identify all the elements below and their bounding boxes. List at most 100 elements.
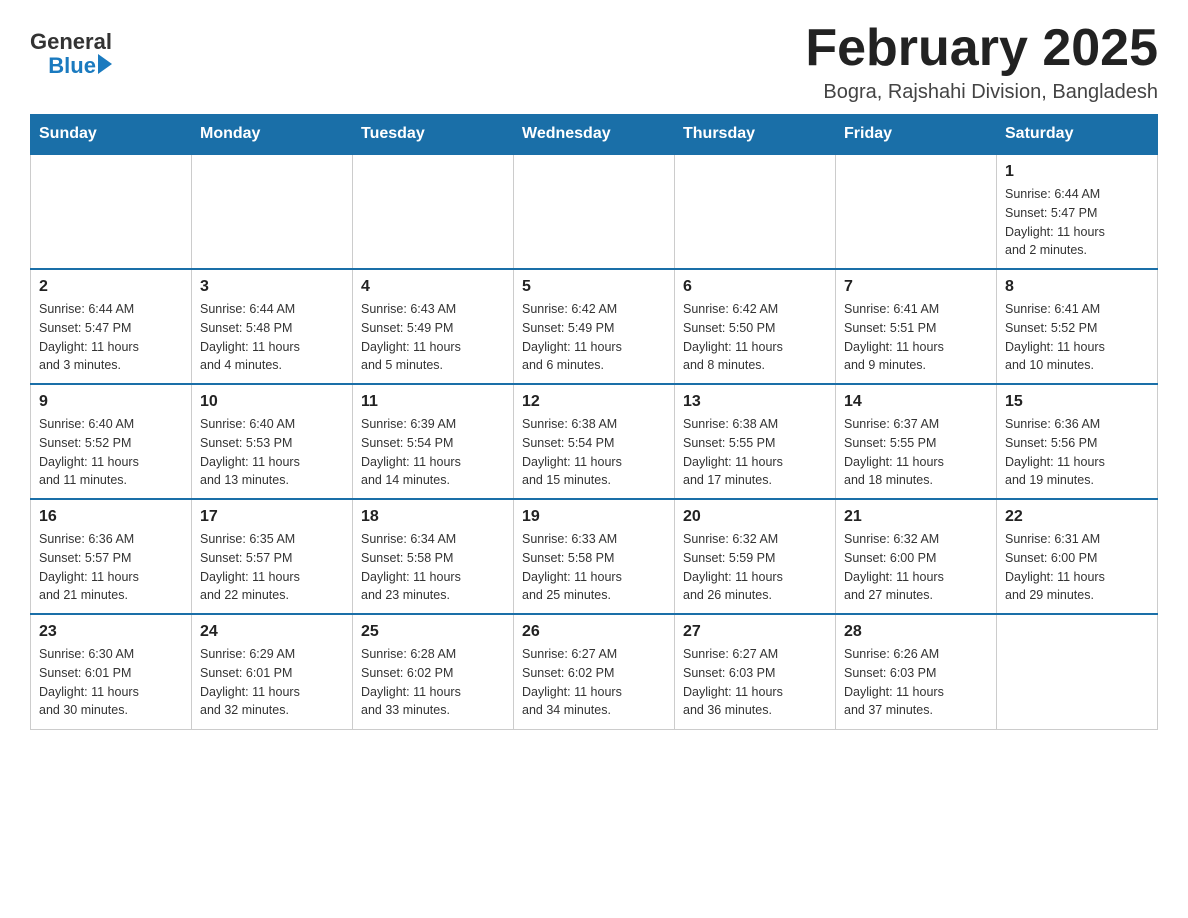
day-info: Sunrise: 6:27 AM Sunset: 6:03 PM Dayligh… (683, 647, 783, 717)
day-number: 18 (361, 508, 505, 526)
calendar-day-19: 19 Sunrise: 6:33 AM Sunset: 5:58 PM Dayli… (514, 499, 675, 614)
day-number: 22 (1005, 508, 1149, 526)
calendar-day-9: 9Sunrise: 6:40 AM Sunset: 5:52 PM Daylig… (31, 384, 192, 499)
calendar-day-17: 17Sunrise: 6:35 AM Sunset: 5:57 PM Dayli… (192, 499, 353, 614)
logo-blue: Blue (48, 54, 96, 78)
day-number: 16 (39, 508, 183, 526)
col-header-friday: Friday (836, 115, 997, 155)
title-area: February 2025 Bogra, Rajshahi Division, … (805, 20, 1158, 104)
day-number: 11 (361, 393, 505, 411)
day-number: 15 (1005, 393, 1149, 411)
day-number: 4 (361, 278, 505, 296)
calendar-day-26: 26 Sunrise: 6:27 AM Sunset: 6:02 PM Dayli… (514, 614, 675, 729)
calendar-table: SundayMondayTuesdayWednesdayThursdayFrid… (30, 114, 1158, 730)
day-number: 27 (683, 623, 827, 641)
day-info: Sunrise: 6:26 AM Sunset: 6:03 PM Dayligh… (844, 647, 944, 717)
calendar-day-18: 18 Sunrise: 6:34 AM Sunset: 5:58 PM Dayli… (353, 499, 514, 614)
day-number: 23 (39, 623, 183, 641)
calendar-day-6: 6 Sunrise: 6:42 AM Sunset: 5:50 PM Daylig… (675, 269, 836, 384)
calendar-day-25: 25 Sunrise: 6:28 AM Sunset: 6:02 PM Dayli… (353, 614, 514, 729)
empty-cell (514, 154, 675, 269)
calendar-day-24: 24 Sunrise: 6:29 AM Sunset: 6:01 PM Dayli… (192, 614, 353, 729)
empty-cell (675, 154, 836, 269)
calendar-day-3: 3Sunrise: 6:44 AM Sunset: 5:48 PM Daylig… (192, 269, 353, 384)
calendar-day-27: 27 Sunrise: 6:27 AM Sunset: 6:03 PM Dayli… (675, 614, 836, 729)
col-header-monday: Monday (192, 115, 353, 155)
day-number: 25 (361, 623, 505, 641)
day-info: Sunrise: 6:36 AM Sunset: 5:57 PM Dayligh… (39, 532, 139, 602)
calendar-day-12: 12 Sunrise: 6:38 AM Sunset: 5:54 PM Dayli… (514, 384, 675, 499)
col-header-saturday: Saturday (997, 115, 1158, 155)
day-info: Sunrise: 6:39 AM Sunset: 5:54 PM Dayligh… (361, 417, 461, 487)
day-number: 2 (39, 278, 183, 296)
calendar-week-5: 23Sunrise: 6:30 AM Sunset: 6:01 PM Dayli… (31, 614, 1158, 729)
empty-cell (353, 154, 514, 269)
logo-general: General (30, 30, 112, 54)
calendar-day-1: 1Sunrise: 6:44 AM Sunset: 5:47 PM Daylig… (997, 154, 1158, 269)
empty-cell (997, 614, 1158, 729)
calendar-week-2: 2 Sunrise: 6:44 AM Sunset: 5:47 PM Daylig… (31, 269, 1158, 384)
day-number: 19 (522, 508, 666, 526)
day-info: Sunrise: 6:34 AM Sunset: 5:58 PM Dayligh… (361, 532, 461, 602)
day-number: 6 (683, 278, 827, 296)
empty-cell (836, 154, 997, 269)
day-info: Sunrise: 6:43 AM Sunset: 5:49 PM Dayligh… (361, 302, 461, 372)
calendar-header-row: SundayMondayTuesdayWednesdayThursdayFrid… (31, 115, 1158, 155)
day-info: Sunrise: 6:40 AM Sunset: 5:53 PM Dayligh… (200, 417, 300, 487)
calendar-day-2: 2 Sunrise: 6:44 AM Sunset: 5:47 PM Daylig… (31, 269, 192, 384)
empty-cell (31, 154, 192, 269)
day-info: Sunrise: 6:40 AM Sunset: 5:52 PM Dayligh… (39, 417, 139, 487)
day-number: 8 (1005, 278, 1149, 296)
day-number: 7 (844, 278, 988, 296)
day-number: 5 (522, 278, 666, 296)
day-number: 14 (844, 393, 988, 411)
calendar-day-5: 5 Sunrise: 6:42 AM Sunset: 5:49 PM Daylig… (514, 269, 675, 384)
col-header-tuesday: Tuesday (353, 115, 514, 155)
day-info: Sunrise: 6:44 AM Sunset: 5:47 PM Dayligh… (39, 302, 139, 372)
day-info: Sunrise: 6:27 AM Sunset: 6:02 PM Dayligh… (522, 647, 622, 717)
day-number: 10 (200, 393, 344, 411)
day-number: 13 (683, 393, 827, 411)
calendar-week-1: 1Sunrise: 6:44 AM Sunset: 5:47 PM Daylig… (31, 154, 1158, 269)
day-info: Sunrise: 6:37 AM Sunset: 5:55 PM Dayligh… (844, 417, 944, 487)
calendar-day-10: 10 Sunrise: 6:40 AM Sunset: 5:53 PM Dayli… (192, 384, 353, 499)
calendar-day-14: 14 Sunrise: 6:37 AM Sunset: 5:55 PM Dayli… (836, 384, 997, 499)
day-number: 12 (522, 393, 666, 411)
day-info: Sunrise: 6:31 AM Sunset: 6:00 PM Dayligh… (1005, 532, 1105, 602)
calendar-day-4: 4 Sunrise: 6:43 AM Sunset: 5:49 PM Daylig… (353, 269, 514, 384)
day-info: Sunrise: 6:36 AM Sunset: 5:56 PM Dayligh… (1005, 417, 1105, 487)
calendar-day-7: 7 Sunrise: 6:41 AM Sunset: 5:51 PM Daylig… (836, 269, 997, 384)
day-number: 17 (200, 508, 344, 526)
day-info: Sunrise: 6:29 AM Sunset: 6:01 PM Dayligh… (200, 647, 300, 717)
calendar-day-15: 15 Sunrise: 6:36 AM Sunset: 5:56 PM Dayli… (997, 384, 1158, 499)
calendar-day-22: 22 Sunrise: 6:31 AM Sunset: 6:00 PM Dayli… (997, 499, 1158, 614)
main-title: February 2025 (805, 20, 1158, 77)
col-header-thursday: Thursday (675, 115, 836, 155)
calendar-day-20: 20Sunrise: 6:32 AM Sunset: 5:59 PM Dayli… (675, 499, 836, 614)
day-info: Sunrise: 6:28 AM Sunset: 6:02 PM Dayligh… (361, 647, 461, 717)
day-info: Sunrise: 6:41 AM Sunset: 5:52 PM Dayligh… (1005, 302, 1105, 372)
calendar-day-13: 13 Sunrise: 6:38 AM Sunset: 5:55 PM Dayli… (675, 384, 836, 499)
day-number: 3 (200, 278, 344, 296)
day-info: Sunrise: 6:38 AM Sunset: 5:54 PM Dayligh… (522, 417, 622, 487)
day-info: Sunrise: 6:44 AM Sunset: 5:47 PM Dayligh… (1005, 187, 1105, 257)
calendar-day-28: 28 Sunrise: 6:26 AM Sunset: 6:03 PM Dayli… (836, 614, 997, 729)
col-header-wednesday: Wednesday (514, 115, 675, 155)
col-header-sunday: Sunday (31, 115, 192, 155)
calendar-week-4: 16 Sunrise: 6:36 AM Sunset: 5:57 PM Dayli… (31, 499, 1158, 614)
day-info: Sunrise: 6:33 AM Sunset: 5:58 PM Dayligh… (522, 532, 622, 602)
day-info: Sunrise: 6:42 AM Sunset: 5:49 PM Dayligh… (522, 302, 622, 372)
day-number: 24 (200, 623, 344, 641)
header: General Blue February 2025 Bogra, Rajsha… (30, 20, 1158, 104)
calendar-week-3: 9Sunrise: 6:40 AM Sunset: 5:52 PM Daylig… (31, 384, 1158, 499)
day-info: Sunrise: 6:32 AM Sunset: 6:00 PM Dayligh… (844, 532, 944, 602)
day-info: Sunrise: 6:41 AM Sunset: 5:51 PM Dayligh… (844, 302, 944, 372)
empty-cell (192, 154, 353, 269)
day-info: Sunrise: 6:38 AM Sunset: 5:55 PM Dayligh… (683, 417, 783, 487)
calendar-day-23: 23Sunrise: 6:30 AM Sunset: 6:01 PM Dayli… (31, 614, 192, 729)
day-number: 28 (844, 623, 988, 641)
day-info: Sunrise: 6:42 AM Sunset: 5:50 PM Dayligh… (683, 302, 783, 372)
calendar-day-21: 21Sunrise: 6:32 AM Sunset: 6:00 PM Dayli… (836, 499, 997, 614)
day-number: 26 (522, 623, 666, 641)
calendar-day-16: 16 Sunrise: 6:36 AM Sunset: 5:57 PM Dayli… (31, 499, 192, 614)
